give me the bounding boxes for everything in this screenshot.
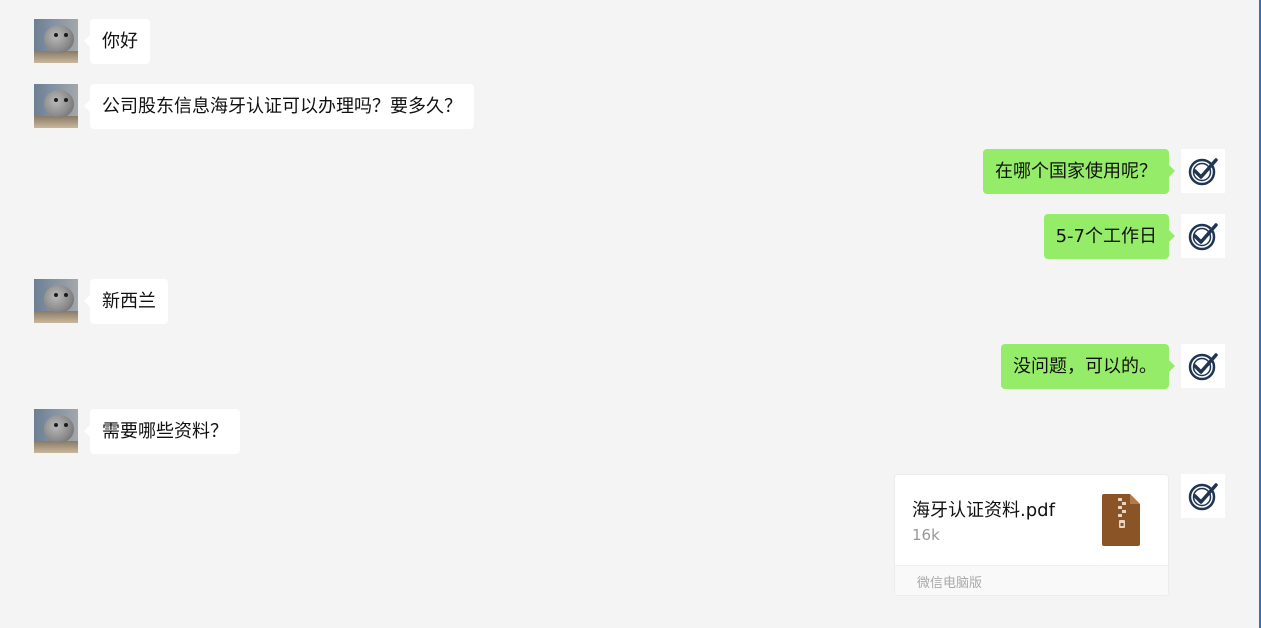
- file-name: 海牙认证资料.pdf: [912, 500, 1055, 521]
- hamster-avatar-icon: [34, 84, 78, 128]
- received-message-bubble[interactable]: 你好: [84, 19, 150, 64]
- checkmark-avatar-icon: [1188, 353, 1218, 381]
- checkmark-avatar-icon: [1188, 483, 1218, 511]
- zip-file-icon: [1102, 494, 1140, 546]
- hamster-avatar-icon: [34, 279, 78, 323]
- sent-message-bubble[interactable]: 没问题，可以的。: [1001, 344, 1175, 389]
- sent-message-bubble[interactable]: 在哪个国家使用呢？: [983, 149, 1175, 194]
- hamster-avatar-icon: [34, 19, 78, 63]
- contact-avatar[interactable]: [34, 409, 78, 453]
- sent-message-bubble[interactable]: 5-7个工作日: [1043, 214, 1176, 259]
- file-size: 16k: [912, 526, 940, 544]
- file-card-footer: 微信电脑版: [895, 565, 1168, 595]
- received-message-bubble[interactable]: 新西兰: [84, 279, 168, 324]
- hamster-avatar-icon: [34, 409, 78, 453]
- contact-avatar[interactable]: [34, 19, 78, 63]
- received-message-bubble[interactable]: 公司股东信息海牙认证可以办理吗？要多久？: [84, 84, 474, 129]
- self-avatar[interactable]: [1181, 474, 1225, 518]
- chat-message-list[interactable]: 你好 公司股东信息海牙认证可以办理吗？要多久？ 在哪个国家使用呢？ 5-7个工作…: [0, 0, 1259, 628]
- self-avatar[interactable]: [1181, 149, 1225, 193]
- received-message-bubble[interactable]: 需要哪些资料？: [84, 409, 240, 454]
- file-attachment-card[interactable]: 海牙认证资料.pdf 16k 微信电脑版: [894, 474, 1169, 596]
- self-avatar[interactable]: [1181, 344, 1225, 388]
- file-source-label: 微信电脑版: [917, 576, 983, 591]
- checkmark-avatar-icon: [1188, 223, 1218, 251]
- contact-avatar[interactable]: [34, 279, 78, 323]
- checkmark-avatar-icon: [1188, 158, 1218, 186]
- self-avatar[interactable]: [1181, 214, 1225, 258]
- contact-avatar[interactable]: [34, 84, 78, 128]
